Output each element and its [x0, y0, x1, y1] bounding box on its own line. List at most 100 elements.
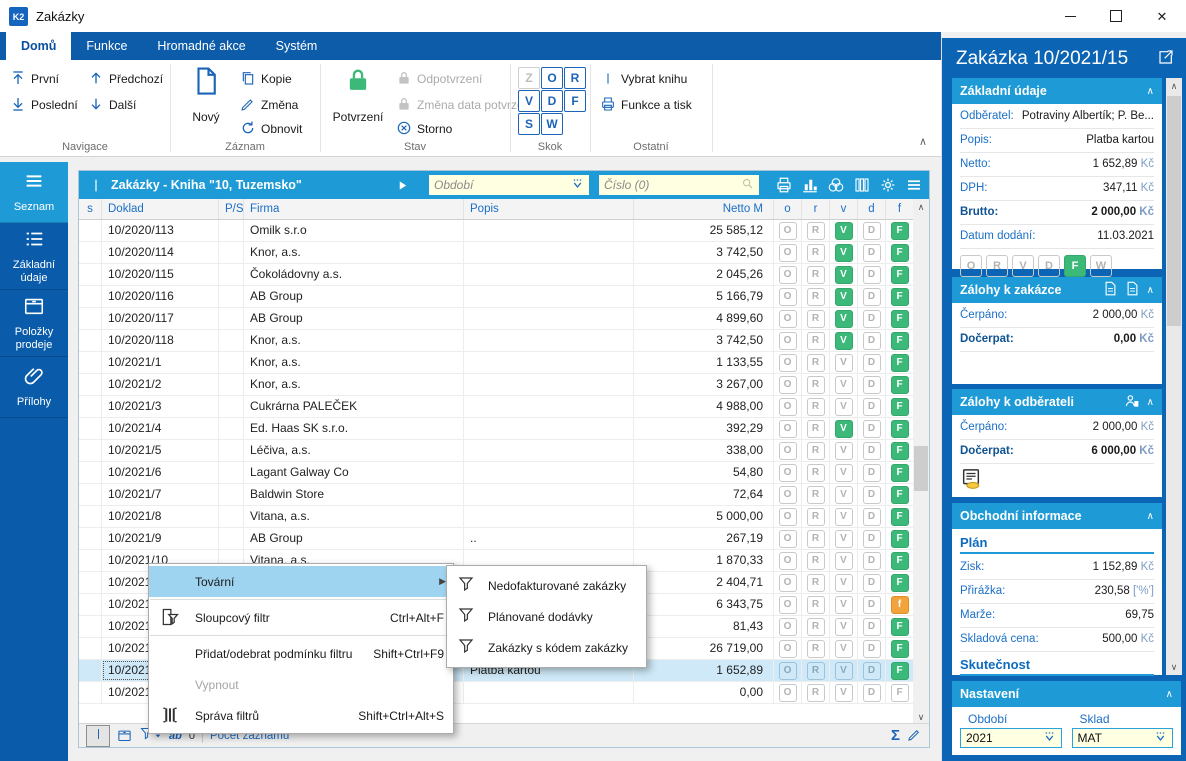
collapse-icon[interactable]: ∧ — [1147, 397, 1154, 408]
column-header-f[interactable]: f — [886, 199, 914, 219]
panel-scrollbar[interactable]: ∧ ∨ — [1166, 78, 1182, 675]
table-row[interactable]: 10/2021/7 Baldwin Store 72,64 O R V D F — [79, 484, 914, 506]
column-header-popis[interactable]: Popis — [464, 199, 634, 219]
basic-info-header[interactable]: Základní údaje ∧ — [952, 78, 1162, 104]
maximize-button[interactable] — [1093, 0, 1139, 32]
sidebar-item-p-lohy[interactable]: Přílohy — [0, 357, 68, 418]
ribbon-collapse-button[interactable]: ∧ — [919, 135, 927, 148]
scroll-up-icon[interactable]: ∧ — [913, 199, 929, 215]
book-expand-icon[interactable] — [397, 178, 408, 196]
tab-syst-m[interactable]: Systém — [261, 32, 333, 60]
skok-f-button[interactable]: F — [564, 90, 586, 112]
column-header-doklad[interactable]: Doklad — [102, 199, 219, 219]
skok-o-button[interactable]: O — [541, 67, 563, 89]
sum-icon[interactable]: Σ — [891, 727, 900, 744]
table-row[interactable]: 10/2021/9 AB Group.. 267,19 O R V D F — [79, 528, 914, 550]
table-row[interactable]: 10/2021/8 Vitana, a.s. 5 000,00 O R V D F — [79, 506, 914, 528]
skok-d-button[interactable]: D — [541, 90, 563, 112]
archive-icon[interactable] — [117, 728, 132, 743]
business-info-header[interactable]: Obchodní informace ∧ — [952, 503, 1162, 529]
table-row[interactable]: 10/2020/115 Čokoládovny a.s. 2 045,26 O R V D F — [79, 264, 914, 286]
close-button[interactable]: ✕ — [1139, 0, 1185, 32]
dropdown-icon[interactable] — [571, 177, 584, 193]
column-header-o[interactable]: o — [774, 199, 802, 219]
menu-icon[interactable] — [905, 176, 923, 199]
scroll-down-icon[interactable]: ∨ — [1166, 659, 1182, 675]
sidebar-item-polo-ky-prodeje[interactable]: Položky prodeje — [0, 290, 68, 357]
nav-last-button[interactable]: Poslední — [10, 94, 78, 116]
table-row[interactable]: 10/2021/5 Léčiva, a.s. 338,00 O R V D F — [79, 440, 914, 462]
nav-first-button[interactable]: První — [10, 68, 59, 90]
period-filter-input[interactable]: Období — [429, 175, 589, 195]
menu-item-spr-va-filtr[interactable]: Správa filtrů Shift+Ctrl+Alt+S — [149, 700, 453, 731]
order-advances-header[interactable]: Zálohy k zakázce ∧ — [952, 277, 1162, 303]
nav-prev-button[interactable]: Předchozí — [88, 68, 163, 90]
settings-header[interactable]: Nastavení ∧ — [952, 681, 1181, 707]
tab-hromadn-akce[interactable]: Hromadné akce — [142, 32, 260, 60]
refresh-button[interactable]: Obnovit — [240, 118, 302, 140]
column-header-p-s[interactable]: P/S — [219, 199, 244, 219]
skok-r-button[interactable]: R — [564, 67, 586, 89]
column-header-s[interactable]: s — [79, 199, 102, 219]
confirm-button[interactable]: Potvrzení — [328, 66, 388, 124]
sidebar-item-seznam[interactable]: Seznam — [0, 162, 68, 223]
copy-button[interactable]: Kopie — [240, 68, 292, 90]
new-button[interactable]: Nový — [180, 66, 232, 124]
minimize-button[interactable] — [1047, 0, 1093, 32]
select-book-button[interactable]: Vybrat knihu — [600, 68, 687, 90]
submenu-item-pl-novan-dod-vky[interactable]: Plánované dodávky — [447, 601, 646, 632]
document-icon[interactable] — [1103, 281, 1118, 299]
skok-w-button[interactable]: W — [541, 113, 563, 135]
scroll-up-icon[interactable]: ∧ — [1166, 78, 1182, 94]
table-row[interactable]: 10/2021/6 Lagant Galway Co 54,80 O R V D F — [79, 462, 914, 484]
skok-s-button[interactable]: S — [518, 113, 540, 135]
storno-button[interactable]: Storno — [396, 118, 452, 140]
open-external-icon[interactable] — [1158, 49, 1174, 70]
menu-item-tov-rn[interactable]: Tovární ▶ — [149, 566, 453, 597]
menu-item-sloupcov-filtr[interactable]: Sloupcový filtr Ctrl+Alt+F — [149, 602, 453, 633]
book-title[interactable]: Zakázky - Kniha "10, Tuzemsko" — [111, 178, 302, 192]
columns-icon[interactable] — [853, 176, 871, 199]
tab-funkce[interactable]: Funkce — [71, 32, 142, 60]
functions-print-button[interactable]: Funkce a tisk — [600, 94, 692, 116]
scrollbar-thumb[interactable] — [914, 446, 928, 491]
change-confirm-date-button[interactable]: Změna data potvrzení — [396, 94, 534, 116]
table-row[interactable]: 10/2020/113 Omilk s.r.o 25 585,12 O R V D F — [79, 220, 914, 242]
workflow-icon[interactable] — [827, 176, 845, 199]
menu-item-vypnout[interactable]: Vypnout — [149, 669, 453, 700]
view-book-toggle[interactable] — [86, 724, 110, 747]
print-icon[interactable] — [775, 176, 793, 199]
table-row[interactable]: 10/2021/1 Knor, a.s. 1 133,55 O R V D F — [79, 352, 914, 374]
column-header-d[interactable]: d — [858, 199, 886, 219]
nav-next-button[interactable]: Další — [88, 94, 136, 116]
column-header-firma[interactable]: Firma — [244, 199, 464, 219]
edit-icon[interactable] — [907, 727, 922, 745]
invoice-money-icon[interactable] — [960, 469, 982, 494]
collapse-icon[interactable]: ∧ — [1147, 86, 1154, 97]
column-header-netto-m[interactable]: Netto M — [634, 199, 774, 219]
table-row[interactable]: 10/2020/117 AB Group 4 899,60 O R V D F — [79, 308, 914, 330]
menu-item-p-idat-odebrat-podm-nku-filtru[interactable]: Přidat/odebrat podmínku filtru Shift+Ctrl… — [149, 638, 453, 669]
skok-v-button[interactable]: V — [518, 90, 540, 112]
submenu-item-zak-zky-s-k-dem-zak-zky[interactable]: Zakázky s kódem zakázky — [447, 632, 646, 663]
scrollbar-thumb[interactable] — [1167, 96, 1181, 326]
table-row[interactable]: 10/2020/114 Knor, a.s. 3 742,50 O R V D F — [79, 242, 914, 264]
table-row[interactable]: 10/2021/4 Ed. Haas SK s.r.o. 392,29 O R V D F — [79, 418, 914, 440]
documents-icon[interactable] — [1125, 281, 1140, 299]
column-header-r[interactable]: r — [802, 199, 830, 219]
collapse-icon[interactable]: ∧ — [1166, 689, 1173, 700]
change-button[interactable]: Změna — [240, 94, 298, 116]
unconfirm-button[interactable]: Odpotvrzení — [396, 68, 482, 90]
period-select[interactable]: 2021 — [960, 728, 1062, 748]
sidebar-item-z-kladn-daje[interactable]: Základní údaje — [0, 223, 68, 290]
column-header-v[interactable]: v — [830, 199, 858, 219]
customer-advances-header[interactable]: Zálohy k odběrateli ∧ — [952, 389, 1162, 415]
customer-icon[interactable] — [1124, 393, 1140, 412]
table-row[interactable]: 10/2021/3 Cukrárna PALEČEK 4 988,00 O R V D F — [79, 396, 914, 418]
submenu-item-nedofakturovan-zak-zky[interactable]: Nedofakturované zakázky — [447, 570, 646, 601]
table-scrollbar[interactable]: ∧ ∨ — [913, 199, 929, 725]
tab-dom[interactable]: Domů — [6, 32, 72, 60]
number-filter-input[interactable]: Číslo (0) — [599, 175, 759, 195]
dropdown-icon[interactable] — [1154, 730, 1167, 746]
table-row[interactable]: 10/2021/2 Knor, a.s. 3 267,00 O R V D F — [79, 374, 914, 396]
